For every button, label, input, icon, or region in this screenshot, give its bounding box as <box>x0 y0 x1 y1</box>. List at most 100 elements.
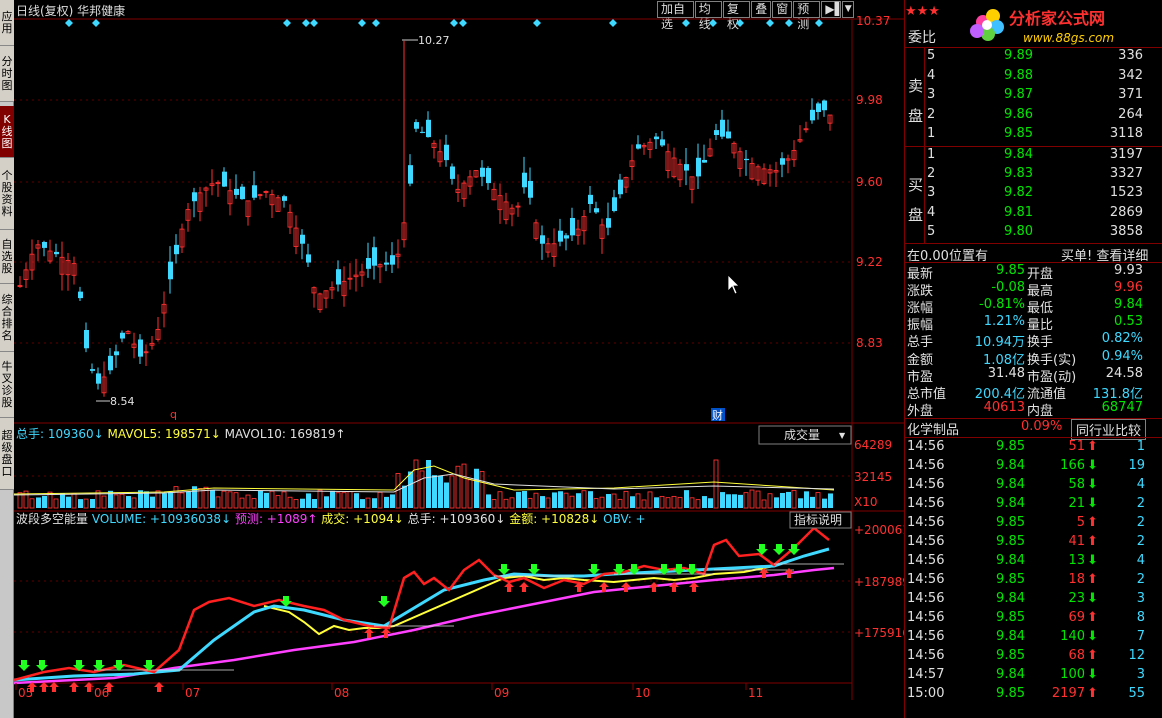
signal-diamonds <box>65 19 823 27</box>
tick-volume: 13 <box>1068 553 1085 568</box>
tick-row[interactable]: 14:56 9.85 51 ⬆ 1 <box>905 439 1162 456</box>
tick-row[interactable]: 14:56 9.85 18 ⬆ 2 <box>905 572 1162 589</box>
quote-row[interactable]: 涨跌 -0.08 最高 9.96 <box>905 280 1162 299</box>
tick-row[interactable]: 14:56 9.85 41 ⬆ 2 <box>905 534 1162 551</box>
tick-row[interactable]: 14:56 9.85 68 ⬆ 12 <box>905 648 1162 665</box>
tick-row[interactable]: 14:56 9.84 58 ⬇ 4 <box>905 477 1162 494</box>
tick-row[interactable]: 15:00 9.85 2197 ⬆ 55 <box>905 686 1162 703</box>
candle-body <box>816 103 821 112</box>
left-tab-1[interactable]: 分时图 <box>0 46 14 102</box>
buy-order-row[interactable]: 3 9.82 1523 <box>905 185 1162 202</box>
sell-signal-arrow-icon <box>773 544 785 555</box>
volume-bar <box>635 493 641 509</box>
volume-bar <box>641 499 647 509</box>
left-tab-6[interactable]: 牛叉诊股 <box>0 352 14 418</box>
tick-row[interactable]: 14:56 9.84 140 ⬇ 7 <box>905 629 1162 646</box>
volume-bar <box>341 492 347 509</box>
quote-row[interactable]: 外盘 40613 内盘 68747 <box>905 400 1162 419</box>
candle-body <box>138 339 143 357</box>
quote-row[interactable]: 振幅 1.21% 量比 0.53 <box>905 314 1162 333</box>
sell-order-row[interactable]: 2 9.86 264 <box>905 107 1162 124</box>
buy-order-row[interactable]: 5 9.80 3858 <box>905 224 1162 241</box>
candlestick-series <box>17 40 833 397</box>
volume-bar <box>533 492 539 509</box>
volume-bar <box>239 497 245 509</box>
quote-row[interactable]: 金额 1.08亿 换手(实) 0.94% <box>905 349 1162 368</box>
high-price-label: 10.27 <box>418 34 450 47</box>
left-tab-4[interactable]: 自选股 <box>0 230 14 284</box>
buy-order-row[interactable]: 4 9.81 2869 <box>905 205 1162 222</box>
volume-tick: 32145 <box>854 470 892 484</box>
tick-price: 9.85 <box>996 648 1025 663</box>
quote-row[interactable]: 总市值 200.4亿 流通值 131.8亿 <box>905 383 1162 402</box>
q-marker: q <box>170 408 177 421</box>
candle-body <box>744 158 749 161</box>
x-axis-label: 11 <box>748 686 763 700</box>
quote-row[interactable]: 最新 9.85 开盘 9.93 <box>905 263 1162 282</box>
volume-bar <box>432 475 437 508</box>
left-tab-7[interactable]: 超级盘口 <box>0 418 14 490</box>
left-tab-char: 级 <box>1 440 13 454</box>
volume-bar <box>150 496 155 508</box>
volume-bar <box>390 494 395 508</box>
tick-row[interactable]: 14:56 9.84 166 ⬇ 19 <box>905 458 1162 475</box>
volume-bar <box>449 475 455 509</box>
tick-row[interactable]: 14:56 9.85 5 ⬆ 2 <box>905 515 1162 532</box>
quote-row[interactable]: 涨幅 -0.81% 最低 9.84 <box>905 297 1162 316</box>
volume-bar <box>522 490 527 508</box>
volume-bar <box>588 491 593 508</box>
tick-row[interactable]: 14:56 9.84 13 ⬇ 4 <box>905 553 1162 570</box>
volume-bar <box>720 492 725 508</box>
buy-order-row[interactable]: 1 9.84 3197 <box>905 147 1162 164</box>
tick-row[interactable]: 14:56 9.84 21 ⬇ 2 <box>905 496 1162 513</box>
candle-body <box>558 230 563 242</box>
left-tab-3[interactable]: 个股资料 <box>0 158 14 230</box>
sell-order-row[interactable]: 5 9.89 336 <box>905 48 1162 65</box>
tick-row[interactable]: 14:57 9.84 100 ⬇ 3 <box>905 667 1162 684</box>
tick-row[interactable]: 14:56 9.84 23 ⬇ 3 <box>905 591 1162 608</box>
left-tab-0[interactable]: 应用 <box>0 0 14 46</box>
signal-diamond-icon <box>766 19 774 27</box>
buy-order-row[interactable]: 2 9.83 3327 <box>905 166 1162 183</box>
volume-bar <box>402 485 407 508</box>
quote-row[interactable]: 市盈 31.48 市盈(动) 24.58 <box>905 366 1162 385</box>
indicator-tick: +200061 <box>854 523 904 537</box>
tick-time: 14:56 <box>907 458 945 473</box>
volume-bar <box>300 498 305 508</box>
sell-order-row[interactable]: 3 9.87 371 <box>905 87 1162 104</box>
left-tab-char: 综 <box>1 292 13 306</box>
quote-panel: ★★★ 分析家公式网 www.88gs.com 委比 卖盘 买盘 在0.00位置… <box>904 0 1162 718</box>
sell-order-row[interactable]: 4 9.88 342 <box>905 68 1162 85</box>
tick-volume: 2197 <box>1051 686 1085 701</box>
order-level: 4 <box>927 67 936 83</box>
left-tab-5[interactable]: 综合排名 <box>0 284 14 352</box>
candle-body <box>702 159 707 163</box>
volume-bar <box>695 499 701 509</box>
tick-row[interactable]: 14:56 9.85 69 ⬆ 8 <box>905 610 1162 627</box>
volume-bar <box>713 459 719 509</box>
kline-chart-area[interactable]: 10.37 9.98 9.60 9.22 8.83 10.27 8.54 q 财… <box>14 0 904 718</box>
signal-diamond-icon <box>302 19 310 27</box>
candle-body <box>570 217 575 236</box>
left-tab-2[interactable]: K线图 <box>0 106 14 158</box>
quote-value: 9.84 <box>1114 297 1143 313</box>
sector-name[interactable]: 化学制品 <box>907 419 959 438</box>
candle-body <box>822 100 827 111</box>
candle-body <box>240 186 245 200</box>
quote-row[interactable]: 总手 10.94万 换手 0.82% <box>905 331 1162 350</box>
quote-value: 9.96 <box>1114 280 1143 296</box>
volume-bar <box>221 490 227 509</box>
candle-body <box>564 235 569 239</box>
x-axis-label: 07 <box>185 686 200 700</box>
sell-signal-arrow-icon <box>280 596 292 607</box>
left-tab-char: 个 <box>1 168 13 182</box>
volume-bar <box>444 482 449 508</box>
tick-count: 3 <box>1136 667 1145 682</box>
volume-bar <box>42 495 47 508</box>
tick-time: 14:56 <box>907 496 945 511</box>
rating-stars-icon: ★★★ <box>905 4 940 19</box>
volume-bar <box>791 489 797 509</box>
volume-bar <box>527 497 533 509</box>
volume-bar <box>599 496 605 509</box>
sell-order-row[interactable]: 1 9.85 3118 <box>905 126 1162 143</box>
